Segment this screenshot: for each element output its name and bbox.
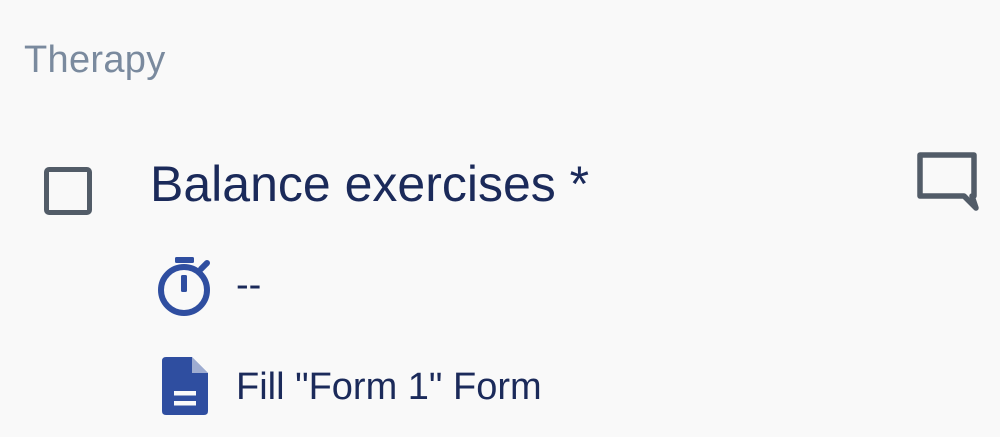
task-title[interactable]: Balance exercises * bbox=[150, 153, 589, 215]
comment-icon bbox=[917, 152, 979, 211]
timer-icon bbox=[155, 255, 215, 317]
section-header: Therapy bbox=[24, 39, 166, 81]
duration-value: -- bbox=[236, 264, 262, 306]
form-document-icon bbox=[160, 355, 210, 417]
therapy-screen: Therapy Balance exercises * -- Fill "For… bbox=[0, 0, 1000, 437]
comment-button[interactable] bbox=[914, 150, 980, 214]
fill-form-link[interactable]: Fill "Form 1" Form bbox=[236, 364, 542, 410]
task-checkbox[interactable] bbox=[44, 167, 92, 215]
